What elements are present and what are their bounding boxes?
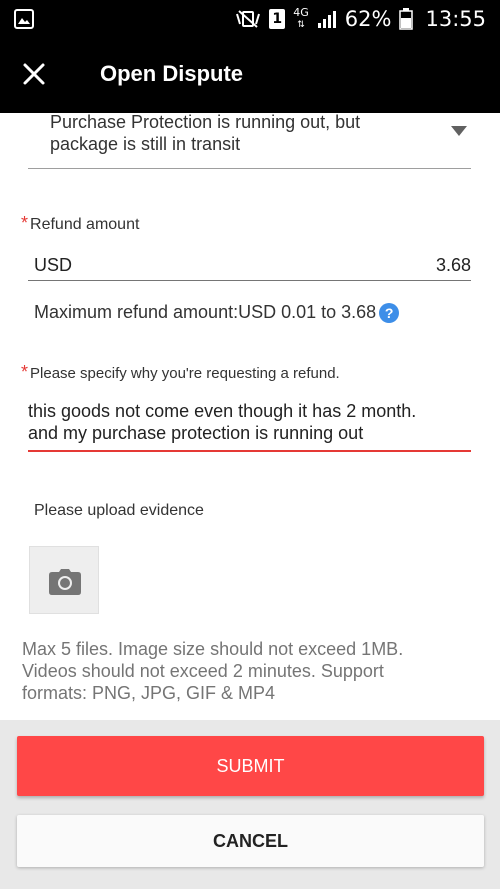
- sim-icon: 1: [269, 9, 286, 29]
- help-icon[interactable]: ?: [379, 302, 400, 323]
- dispute-reason-value: Purchase Protection is running out, but …: [50, 113, 410, 155]
- upload-requirements-text: Max 5 files. Image size should not excee…: [22, 638, 462, 704]
- battery-icon: [399, 8, 414, 30]
- upload-info-line1: Max 5 files. Image size should not excee…: [22, 639, 404, 659]
- refund-reason-line2: and my purchase protection is running ou…: [28, 423, 364, 443]
- dispute-form: Purchase Protection is running out, but …: [0, 113, 500, 720]
- vibrate-mute-icon: [236, 10, 261, 28]
- dispute-reason-select[interactable]: Purchase Protection is running out, but …: [28, 113, 471, 169]
- clock: 13:55: [425, 7, 486, 31]
- refund-reason-textarea[interactable]: this goods not come even though it has 2…: [28, 400, 471, 452]
- max-refund-value: Maximum refund amount:USD 0.01 to 3.68: [34, 302, 377, 322]
- status-icons: 1 4G ⇅ 62% 13:55: [235, 5, 486, 33]
- max-refund-text: Maximum refund amount:USD 0.01 to 3.68 ?: [34, 302, 400, 323]
- upload-evidence-button[interactable]: [29, 546, 99, 614]
- cancel-button[interactable]: CANCEL: [17, 815, 484, 867]
- currency-label: USD: [34, 255, 73, 275]
- required-marker: *: [21, 213, 29, 233]
- submit-button[interactable]: SUBMIT: [17, 736, 484, 796]
- refund-reason-label: * Please specify why you're requesting a …: [21, 362, 340, 383]
- app-bar: Open Dispute: [0, 38, 500, 113]
- refund-amount-label: * Refund amount: [21, 213, 139, 234]
- refund-reason-line1: this goods not come even though it has 2…: [28, 401, 417, 421]
- dispute-reason-line1: Purchase Protection is running out, but: [50, 113, 361, 132]
- network-type-label: 4G ⇅: [293, 6, 309, 30]
- battery-percent: 62%: [344, 7, 392, 31]
- page-title: Open Dispute: [100, 61, 244, 86]
- refund-amount-field[interactable]: USD 3.68: [28, 253, 471, 281]
- signal-icon: [317, 11, 336, 28]
- refund-amount-input[interactable]: 3.68: [436, 255, 471, 276]
- required-marker: *: [21, 362, 29, 382]
- dispute-reason-line2: package is still in transit: [50, 134, 241, 154]
- upload-info-line2: Videos should not exceed 2 minutes. Supp…: [22, 661, 384, 681]
- refund-reason-label-text: Please specify why you're requesting a r…: [30, 365, 340, 382]
- image-icon: [14, 9, 34, 29]
- upload-info-line3: formats: PNG, JPG, GIF & MP4: [22, 683, 276, 703]
- close-icon[interactable]: [18, 58, 50, 90]
- action-bar: SUBMIT CANCEL: [0, 720, 500, 889]
- network-type-text: 4G: [293, 6, 309, 19]
- status-bar: 1 4G ⇅ 62% 13:55: [0, 0, 500, 38]
- camera-icon: [49, 569, 81, 595]
- upload-evidence-label: Please upload evidence: [34, 502, 204, 519]
- dropdown-arrow-icon: [451, 126, 467, 136]
- refund-amount-label-text: Refund amount: [30, 216, 140, 233]
